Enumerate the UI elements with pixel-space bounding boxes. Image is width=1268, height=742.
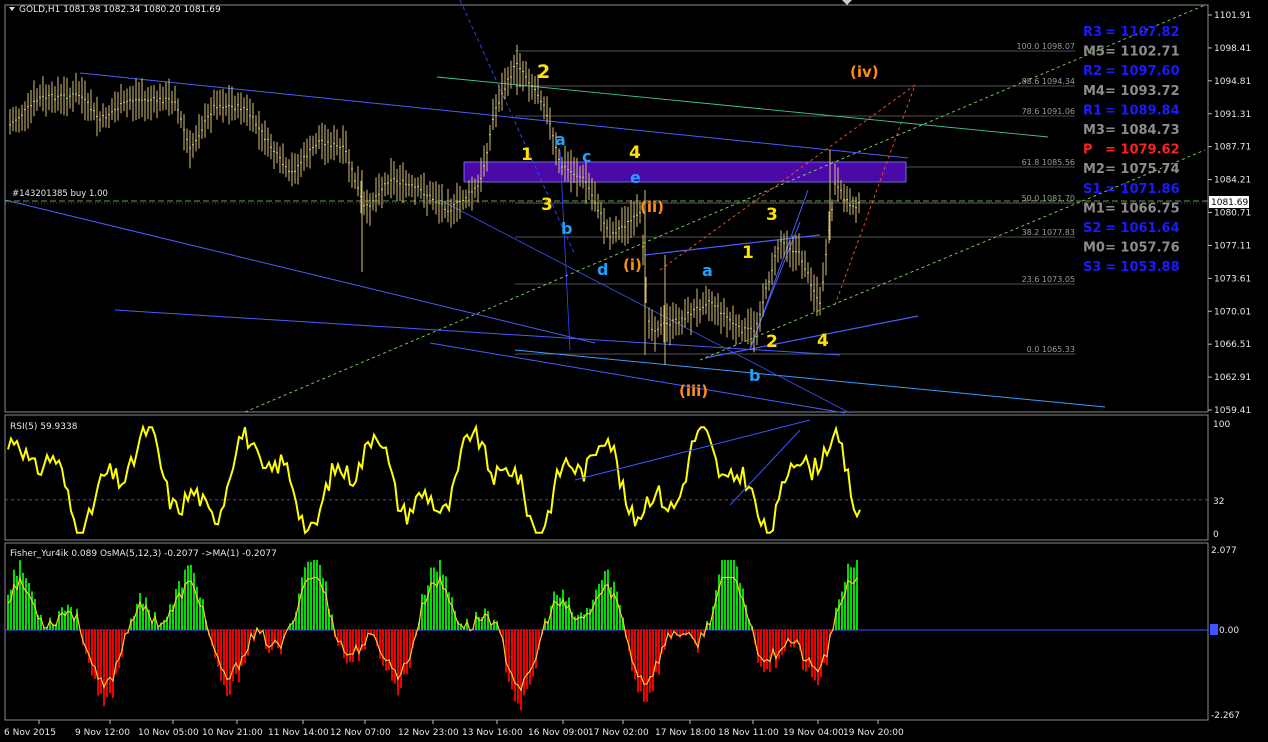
pivot-name: P	[1083, 143, 1093, 158]
rsi-panel[interactable]	[4, 414, 1209, 541]
time-tick-label: 13 Nov 16:00	[462, 728, 523, 738]
wave-label: 1	[521, 145, 533, 165]
price-tick-label: 1087.71	[1214, 143, 1251, 153]
pivot-value: = 1057.76	[1105, 241, 1180, 256]
chart-window[interactable]: GOLD,H1 1081.98 1082.34 1080.20 1081.69 …	[0, 0, 1268, 742]
price-tick-label: 1094.81	[1214, 77, 1251, 87]
chart-shift-marker	[842, 0, 852, 5]
wave-label: e	[630, 168, 641, 187]
price-tick-label: 1070.01	[1214, 307, 1251, 317]
wave-label: (i)	[623, 256, 642, 274]
pivot-value: = 1075.74	[1105, 162, 1180, 177]
wave-label: 3	[766, 205, 778, 225]
time-tick-label: 9 Nov 12:00	[75, 728, 130, 738]
pivot-value: = 1102.71	[1105, 45, 1180, 60]
resistance-zone[interactable]	[463, 161, 907, 183]
fisher-zero-tag	[1210, 624, 1218, 635]
fib-label: 50.0 1081.70	[1022, 194, 1075, 203]
pivot-name: R2	[1083, 64, 1102, 79]
fib-label: 61.8 1085.56	[1022, 158, 1075, 167]
wave-label: 4	[817, 331, 829, 351]
time-tick-label: 16 Nov 09:00	[528, 728, 589, 738]
pivot-value: = 1097.60	[1105, 64, 1180, 79]
time-tick-label: 10 Nov 21:00	[202, 728, 263, 738]
fisher-scale-zero: 0.00	[1219, 626, 1239, 636]
price-tick-label: 1098.41	[1214, 44, 1251, 54]
wave-label: 3	[541, 195, 553, 215]
wave-label: a	[555, 130, 566, 149]
time-tick-label: 19 Nov 04:00	[783, 728, 844, 738]
wave-label: (ii)	[640, 198, 664, 216]
pivot-value: = 1093.72	[1105, 84, 1180, 99]
pivot-name: M1	[1083, 201, 1105, 216]
pivot-name: M4	[1083, 84, 1105, 99]
time-tick-label: 18 Nov 11:00	[718, 728, 779, 738]
time-tick-label: 19 Nov 20:00	[843, 728, 904, 738]
pivot-name: R3	[1083, 25, 1102, 40]
price-tick-label: 1066.51	[1214, 340, 1251, 350]
pivot-name: M0	[1083, 241, 1105, 256]
wave-label: d	[597, 260, 608, 279]
pivot-value: = 1071.86	[1105, 182, 1180, 197]
fib-label: 88.6 1094.34	[1022, 77, 1075, 86]
fib-label: 23.6 1073.05	[1022, 275, 1075, 284]
current-price-value: 1081.69	[1211, 198, 1248, 208]
time-tick-label: 17 Nov 18:00	[655, 728, 716, 738]
fisher-panel[interactable]	[4, 542, 1209, 721]
pivot-name: S2	[1083, 221, 1101, 236]
fib-label: 38.2 1077.83	[1022, 228, 1075, 237]
wave-label: 2	[766, 332, 778, 352]
trade-label: #143201385 buy 1.00	[12, 189, 108, 199]
pivot-value: = 1084.73	[1105, 123, 1180, 138]
wave-label: b	[561, 219, 572, 238]
price-tick-label: 1091.31	[1214, 110, 1251, 120]
pivot-name: M3	[1083, 123, 1105, 138]
pivot-value: = 1066.75	[1105, 201, 1180, 216]
rsi-scale-max: 100	[1213, 420, 1230, 430]
pivot-name: S1	[1083, 182, 1101, 197]
rsi-scale-level: 32	[1213, 497, 1224, 507]
pivot-value: = 1107.82	[1105, 25, 1180, 40]
price-tick-label: 1084.21	[1214, 176, 1251, 186]
pivot-value: = 1089.84	[1105, 103, 1180, 118]
fisher-scale-max: 2.077	[1211, 546, 1237, 556]
wave-label: (iii)	[679, 382, 708, 400]
time-tick-label: 10 Nov 05:00	[138, 728, 199, 738]
wave-label: 2	[537, 61, 550, 83]
fib-label: 78.6 1091.06	[1022, 107, 1075, 116]
time-tick-label: 17 Nov 02:00	[588, 728, 649, 738]
pivot-value: = 1079.62	[1105, 143, 1180, 158]
wave-label: (iv)	[850, 63, 879, 81]
fib-label: 0.0 1065.33	[1027, 345, 1075, 354]
symbol-header: GOLD,H1 1081.98 1082.34 1080.20 1081.69	[19, 5, 221, 15]
pivot-name: M5	[1083, 45, 1105, 60]
rsi-scale-min: 0	[1213, 530, 1219, 540]
price-tick-label: 1062.91	[1214, 373, 1251, 383]
fisher-label: Fisher_Yur4ik 0.089 OsMA(5,12,3) -0.2077…	[10, 549, 277, 559]
rsi-label: RSI(5) 59.9338	[10, 422, 78, 432]
wave-label: 4	[629, 143, 641, 163]
pivot-name: S3	[1083, 260, 1101, 275]
time-tick-label: 6 Nov 2015	[4, 728, 56, 738]
time-tick-label: 12 Nov 23:00	[398, 728, 459, 738]
fisher-scale-min: -2.267	[1211, 711, 1240, 721]
wave-label: b	[749, 366, 760, 385]
price-tick-label: 1080.71	[1214, 209, 1251, 219]
price-tick-label: 1073.61	[1214, 274, 1251, 284]
wave-label: 1	[742, 243, 754, 263]
price-tick-label: 1059.41	[1214, 406, 1251, 416]
price-tick-label: 1101.91	[1214, 11, 1251, 21]
time-axis: 6 Nov 2015 9 Nov 12:00 10 Nov 05:00 10 Nov …	[4, 720, 904, 738]
pivot-name: M2	[1083, 162, 1105, 177]
pivot-name: R1	[1083, 103, 1102, 118]
wave-label: a	[702, 261, 713, 280]
price-tick-label: 1077.11	[1214, 241, 1251, 251]
time-tick-label: 11 Nov 14:00	[268, 728, 329, 738]
wave-label: c	[582, 147, 591, 166]
pivot-value: = 1061.64	[1105, 221, 1180, 236]
time-tick-label: 12 Nov 07:00	[330, 728, 391, 738]
pivot-value: = 1053.88	[1105, 260, 1180, 275]
fib-label: 100.0 1098.07	[1016, 42, 1075, 51]
price-axis: 1101.91 1098.41 1094.81 1091.31 1087.71 1084.…	[1208, 11, 1251, 416]
